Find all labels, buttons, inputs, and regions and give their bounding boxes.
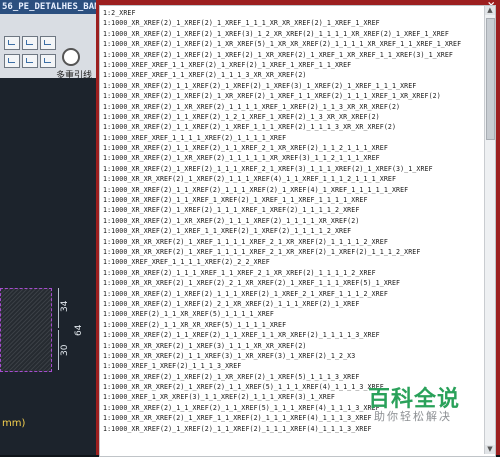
vertical-scrollbar[interactable]: ▲ ▼: [484, 6, 495, 454]
align-tool-icon[interactable]: [4, 36, 20, 50]
xref-list-item[interactable]: 1:1000_XR_XREF(2)_1_XREF_1_1_XREF(2)_1_X…: [103, 226, 463, 236]
dimension-tool-icon[interactable]: [22, 36, 38, 50]
dimension-line: [58, 330, 59, 370]
xref-list-item[interactable]: 1:1000_XR_XREF(2)_1_1_XREF(2)_1_XREF(2)_…: [103, 81, 463, 91]
cad-ribbon: 多重引线: [0, 14, 100, 81]
xref-list-item[interactable]: 1:1000_XREF_1_XREF(2)_1_1_1_3_XREF: [103, 361, 463, 371]
xref-list-item[interactable]: 1:1000_XR_XR_XREF(2)_1_1_XREF(3)_1_XR_XR…: [103, 351, 463, 361]
watermark: 百科全说 助你轻松解决: [360, 381, 485, 426]
cad-window: 56_PE_DETALHES_BANCADAS.dwg 多重引线 34 30 6…: [0, 0, 100, 455]
scroll-up-icon[interactable]: ▲: [485, 6, 495, 15]
dimension-value: 30: [60, 344, 70, 356]
table-tool-icon[interactable]: [40, 54, 56, 68]
xref-list-item[interactable]: 1:1000_XR_XR_XREF(2)_1_XREF_1_1_1_1_XREF…: [103, 237, 463, 247]
xref-list-item[interactable]: 1:1000_XR_XREF(2)_1_XREF(2)_1_XREF(2)_1_…: [103, 50, 463, 60]
xref-list-item[interactable]: 1:1000_XR_XREF(2)_1_1_XREF(2)_1_1_XREF_2…: [103, 143, 463, 153]
xref-list-item[interactable]: 1:1000_XREF_XREF_1_1_XREF(2)_1_1_1_3_XR_…: [103, 70, 463, 80]
xref-list-item[interactable]: 1:1000_XR_XREF(2)_1_1_XREF_1_XREF(2)_1_X…: [103, 195, 463, 205]
dimension-value: 34: [60, 300, 70, 312]
scroll-down-icon[interactable]: ▼: [485, 445, 495, 454]
unit-note: mm): [2, 418, 26, 429]
xref-list-item[interactable]: 1:1000_XR_XREF(2)_1_XREF(2)_1_XR_XREF(5)…: [103, 39, 463, 49]
xref-list-item[interactable]: 1:1000_XR_XREF(2)_1_XREF(2)_1_1_1_XREF(2…: [103, 289, 463, 299]
xref-list-item[interactable]: 1:1000_XR_XREF(2)_1_XREF(2)_1_1_1_XREF_2…: [103, 164, 463, 174]
xref-list: 1:2_XREF 1:1000_XR_XREF(2)_1_XREF(2)_1_XR…: [103, 8, 463, 434]
xref-list-item[interactable]: 1:1000_XR_XREF(2)_1_1_XREF(2)_1_1_1_XREF…: [103, 185, 463, 195]
xref-list-item[interactable]: 1:1000_XR_XREF(2)_1_XR_XREF(2)_1_1_1_XRE…: [103, 216, 463, 226]
xref-list-item[interactable]: 1:1000_XREF_XREF_1_1_1_1_XREF(2)_1_1_1_1…: [103, 133, 463, 143]
leader-tool-icon[interactable]: [22, 54, 38, 68]
xref-list-item[interactable]: 1:1000_XR_XREF(2)_1_1_XREF(2)_1_2_1_XREF…: [103, 112, 463, 122]
cad-title-bar: 56_PE_DETALHES_BANCADAS.dwg: [0, 0, 100, 14]
dimension-value: 64: [74, 324, 84, 336]
xref-list-item[interactable]: 1:1000_XREF_XREF_1_1_1_1_XREF(2)_2_2_XRE…: [103, 257, 463, 267]
xref-list-item[interactable]: 1:1000_XR_XREF(2)_1_XREF(2)_1_XR_XREF(2)…: [103, 91, 463, 101]
xref-list-item[interactable]: 1:1000_XR_XREF(2)_1_1_XREF(2)_1_1_XREF_1…: [103, 330, 463, 340]
angle-tool-icon[interactable]: [40, 36, 56, 50]
xref-list-item[interactable]: 1:1000_XR_XREF(2)_1_1_XREF(2)_1_XREF_1_1…: [103, 122, 463, 132]
xref-list-item[interactable]: 1:2_XREF: [103, 8, 463, 18]
xref-list-item[interactable]: 1:1000_XR_XREF(2)_1_XR_XREF(2)_1_1_1_1_1…: [103, 153, 463, 163]
radius-tool-icon[interactable]: [4, 54, 20, 68]
scroll-thumb[interactable]: [486, 18, 495, 140]
xref-list-item[interactable]: 1:1000_XR_XR_XREF(2)_1_XREF_1_1_1_1_XREF…: [103, 247, 463, 257]
xref-list-item[interactable]: 1:1000_XR_XR_XREF(2)_1_XREF(2)_1_1_1_XRE…: [103, 174, 463, 184]
xref-list-item[interactable]: 1:1000_XR_XREF(2)_1_XREF(2)_1_1_1_XREF_1…: [103, 205, 463, 215]
xref-list-item[interactable]: 1:1000_XR_XREF(2)_1_XREF(2)_1_XREF_1_1_1…: [103, 18, 463, 28]
xref-list-item[interactable]: 1:1000_XREF(2)_1_1_XR_XREF(5)_1_1_1_1_XR…: [103, 309, 463, 319]
hatched-section: [0, 288, 52, 372]
xref-list-item[interactable]: 1:1000_XREF(2)_1_1_XR_XR_XREF(5)_1_1_1_1…: [103, 320, 463, 330]
cad-drawing-canvas[interactable]: 34 30 64 mm): [0, 78, 100, 455]
xref-list-item[interactable]: 1:1000_XR_XR_XREF(2)_1_XREF(3)_1_1_1_XR_…: [103, 341, 463, 351]
multileader-icon[interactable]: [62, 48, 80, 66]
xref-list-item[interactable]: 1:1000_XR_XREF(2)_1_XREF(2)_2_1_XR_XREF(…: [103, 299, 463, 309]
xref-list-item[interactable]: 1:1000_XR_XREF(2)_1_XR_XREF(2)_1_1_1_1_X…: [103, 102, 463, 112]
xref-list-item[interactable]: 1:1000_XREF_XREF_1_1_XREF(2)_1_XREF(2)_1…: [103, 60, 463, 70]
dimension-line: [58, 288, 59, 328]
xref-list-item[interactable]: 1:1000_XR_XREF(2)_1_1_1_XREF_1_1_XREF_2_…: [103, 268, 463, 278]
watermark-subtitle: 助你轻松解决: [374, 410, 452, 423]
xref-list-item[interactable]: 1:1000_XR_XR_XREF(2)_1_XREF(2)_2_1_XR_XR…: [103, 278, 463, 288]
xref-list-item[interactable]: 1:1000_XR_XREF(2)_1_XREF(2)_1_XREF(3)_1_…: [103, 29, 463, 39]
